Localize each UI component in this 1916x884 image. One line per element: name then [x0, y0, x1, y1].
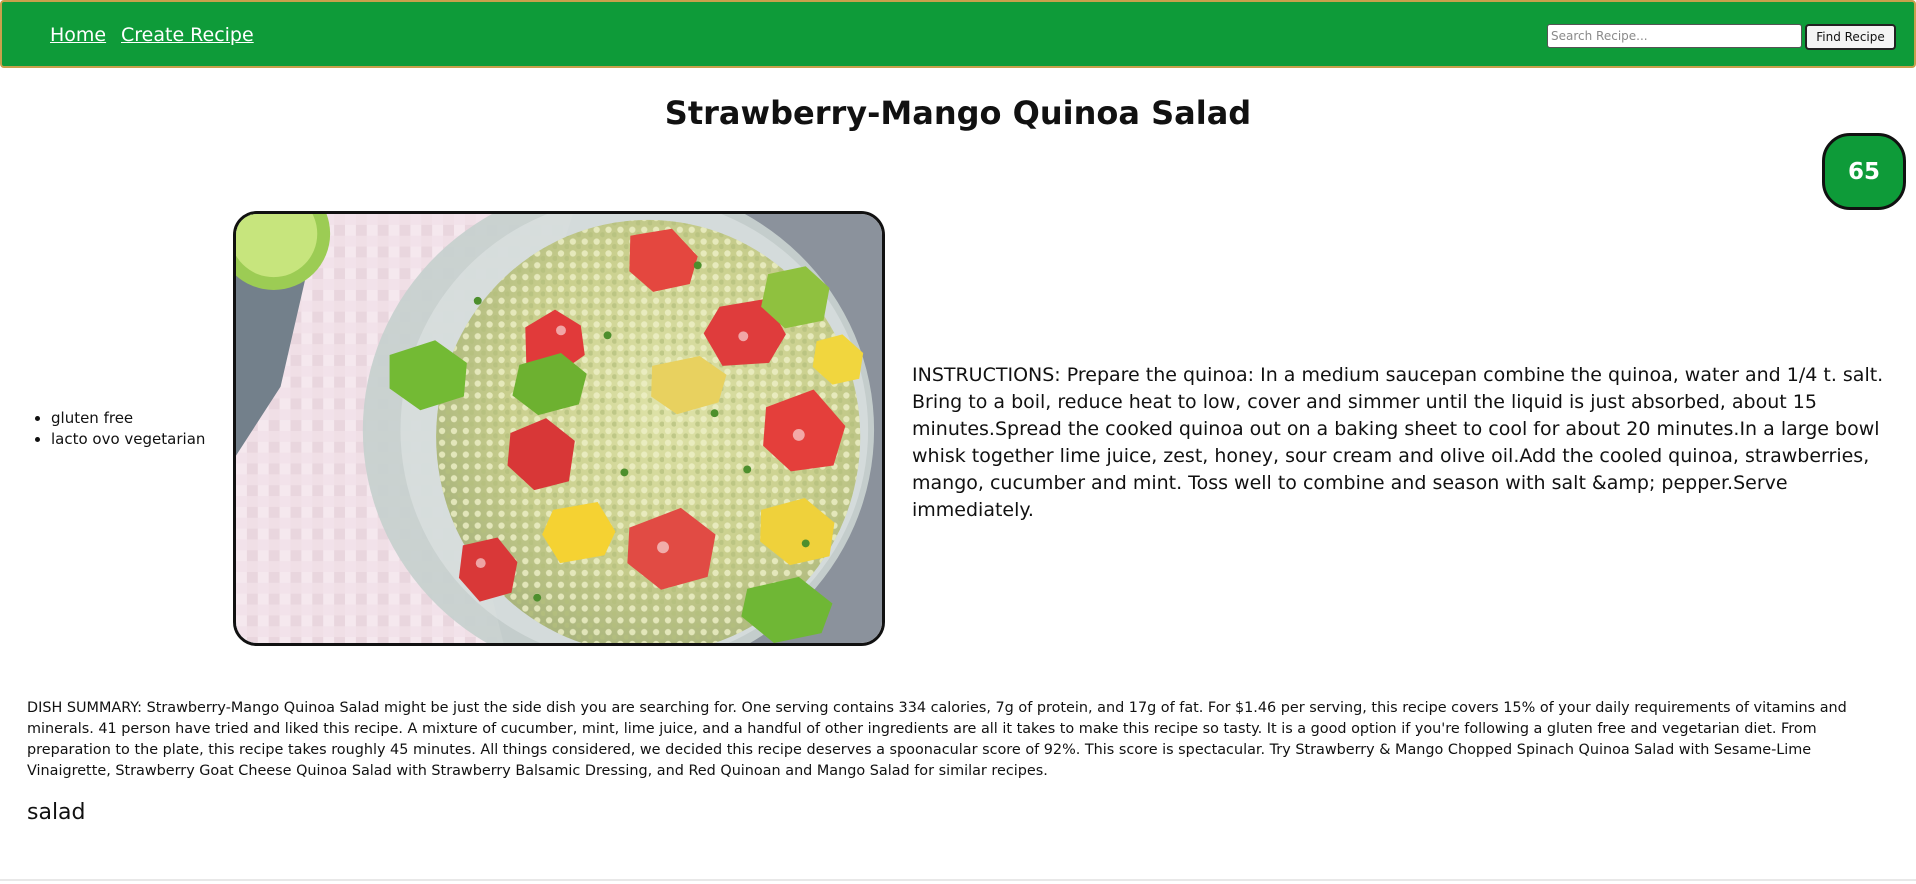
nav-home-link[interactable]: Home [50, 24, 106, 46]
search-input[interactable] [1547, 24, 1802, 48]
diet-item: gluten free [51, 408, 205, 429]
recipe-image [233, 211, 885, 646]
score-badge: 65 [1822, 133, 1906, 210]
quinoa-salad-photo-icon [236, 214, 882, 643]
find-recipe-button[interactable]: Find Recipe [1805, 24, 1896, 50]
diet-list: gluten free lacto ovo vegetarian [27, 408, 205, 450]
diet-item: lacto ovo vegetarian [51, 429, 205, 450]
top-navbar: Home Create Recipe Find Recipe [0, 0, 1916, 68]
recipe-title: Strawberry-Mango Quinoa Salad [664, 94, 1252, 132]
recipe-instructions: INSTRUCTIONS: Prepare the quinoa: In a m… [912, 364, 1884, 521]
dish-summary: DISH SUMMARY: Strawberry-Mango Quinoa Sa… [27, 700, 1847, 779]
dish-type-label: salad [27, 800, 86, 825]
page-bottom-divider [0, 879, 1916, 881]
nav-create-recipe-link[interactable]: Create Recipe [121, 24, 254, 46]
